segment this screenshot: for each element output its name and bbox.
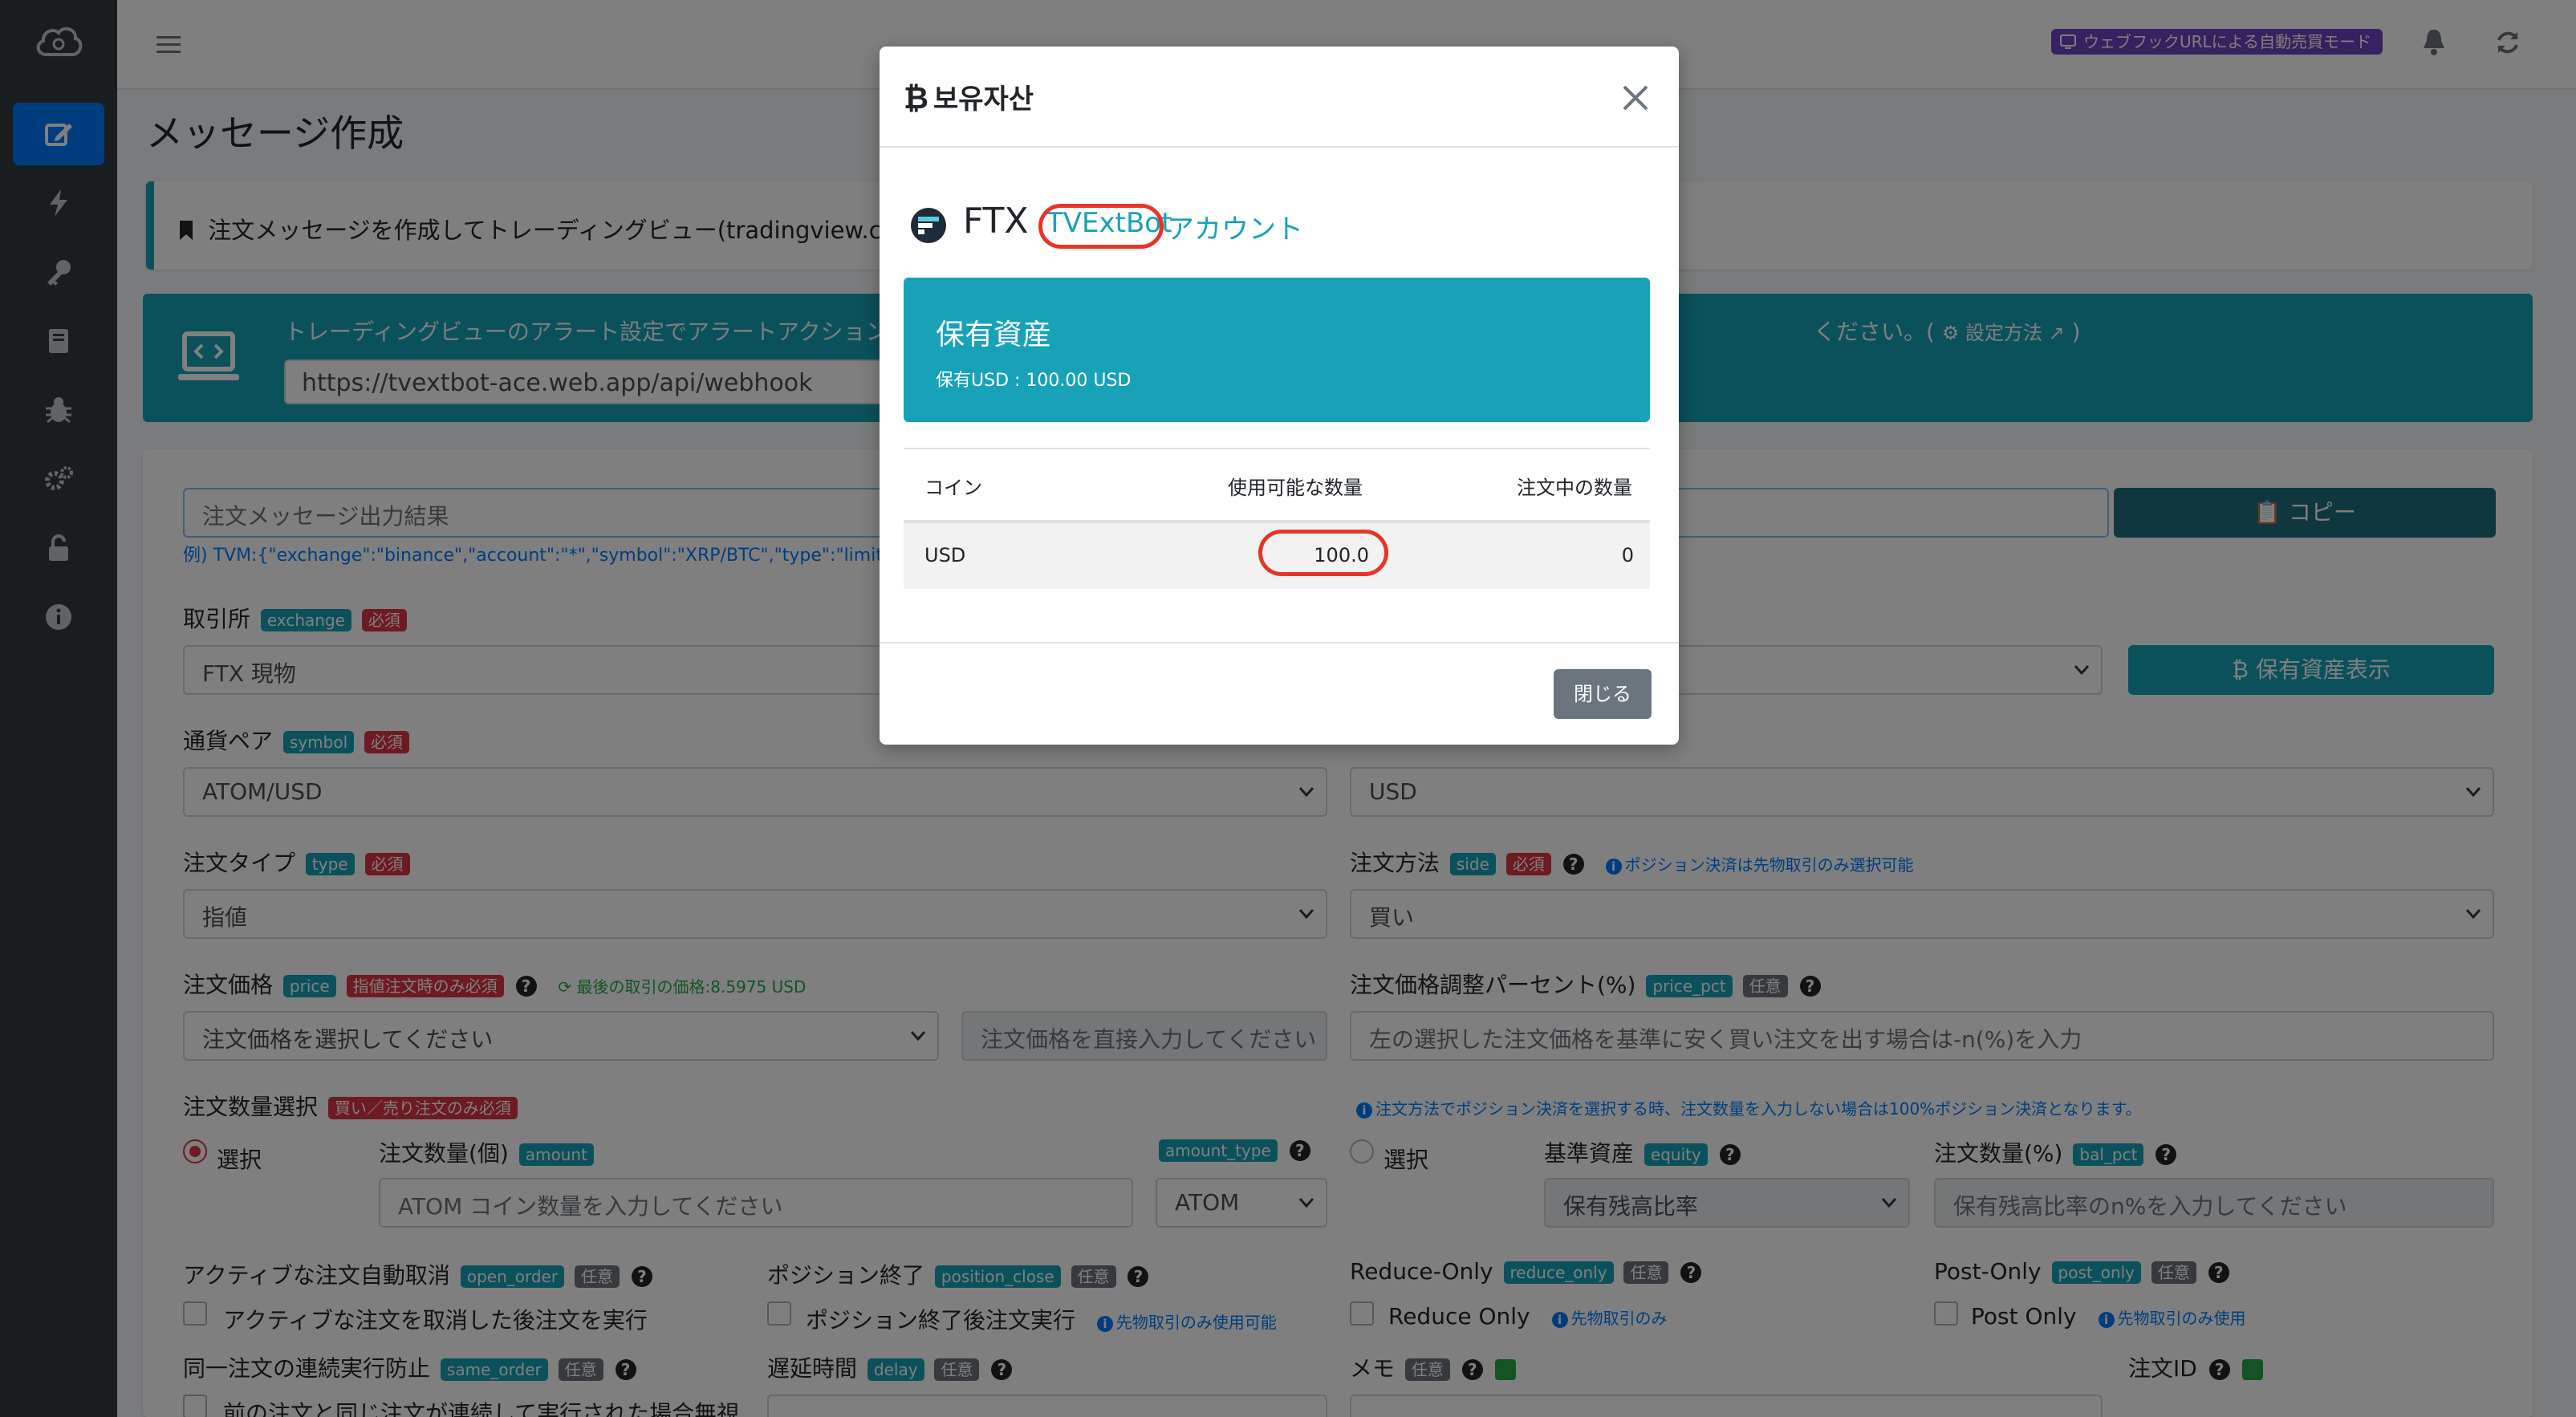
modal-header-divider: [880, 146, 1679, 148]
asset-summary-box: 保有資産 保有USD : 100.00 USD: [904, 278, 1650, 422]
highlight-ring-available: [1258, 530, 1388, 576]
close-button[interactable]: 閉じる: [1554, 669, 1652, 719]
table-header-in-order: 注文中の数量: [1517, 477, 1632, 499]
close-icon[interactable]: [1618, 80, 1653, 116]
highlight-ring-account: [1038, 204, 1164, 249]
table-header-available: 使用可能な数量: [1228, 477, 1363, 499]
asset-usd: 保有USD : 100.00 USD: [936, 371, 1132, 391]
ftx-logo-icon: [911, 208, 946, 243]
modal-title-text: 보유자산: [932, 83, 1034, 116]
assets-modal: ₿ 보유자산 FTX TVExtBot アカウント 保有資産 保有USD : 10…: [880, 47, 1679, 745]
table-header-coin: コイン: [924, 477, 982, 499]
table-cell-in-order: 0: [1621, 544, 1634, 566]
modal-footer-divider: [880, 642, 1679, 644]
table-cell-coin: USD: [924, 544, 966, 566]
modal-exchange-name: FTX: [963, 201, 1029, 242]
account-suffix: アカウント: [1167, 213, 1303, 246]
asset-title: 保有資産: [936, 319, 1052, 351]
table-top-border: [904, 448, 1650, 449]
bitcoin-icon: ₿: [904, 80, 928, 116]
modal-title: ₿ 보유자산: [904, 77, 1034, 116]
